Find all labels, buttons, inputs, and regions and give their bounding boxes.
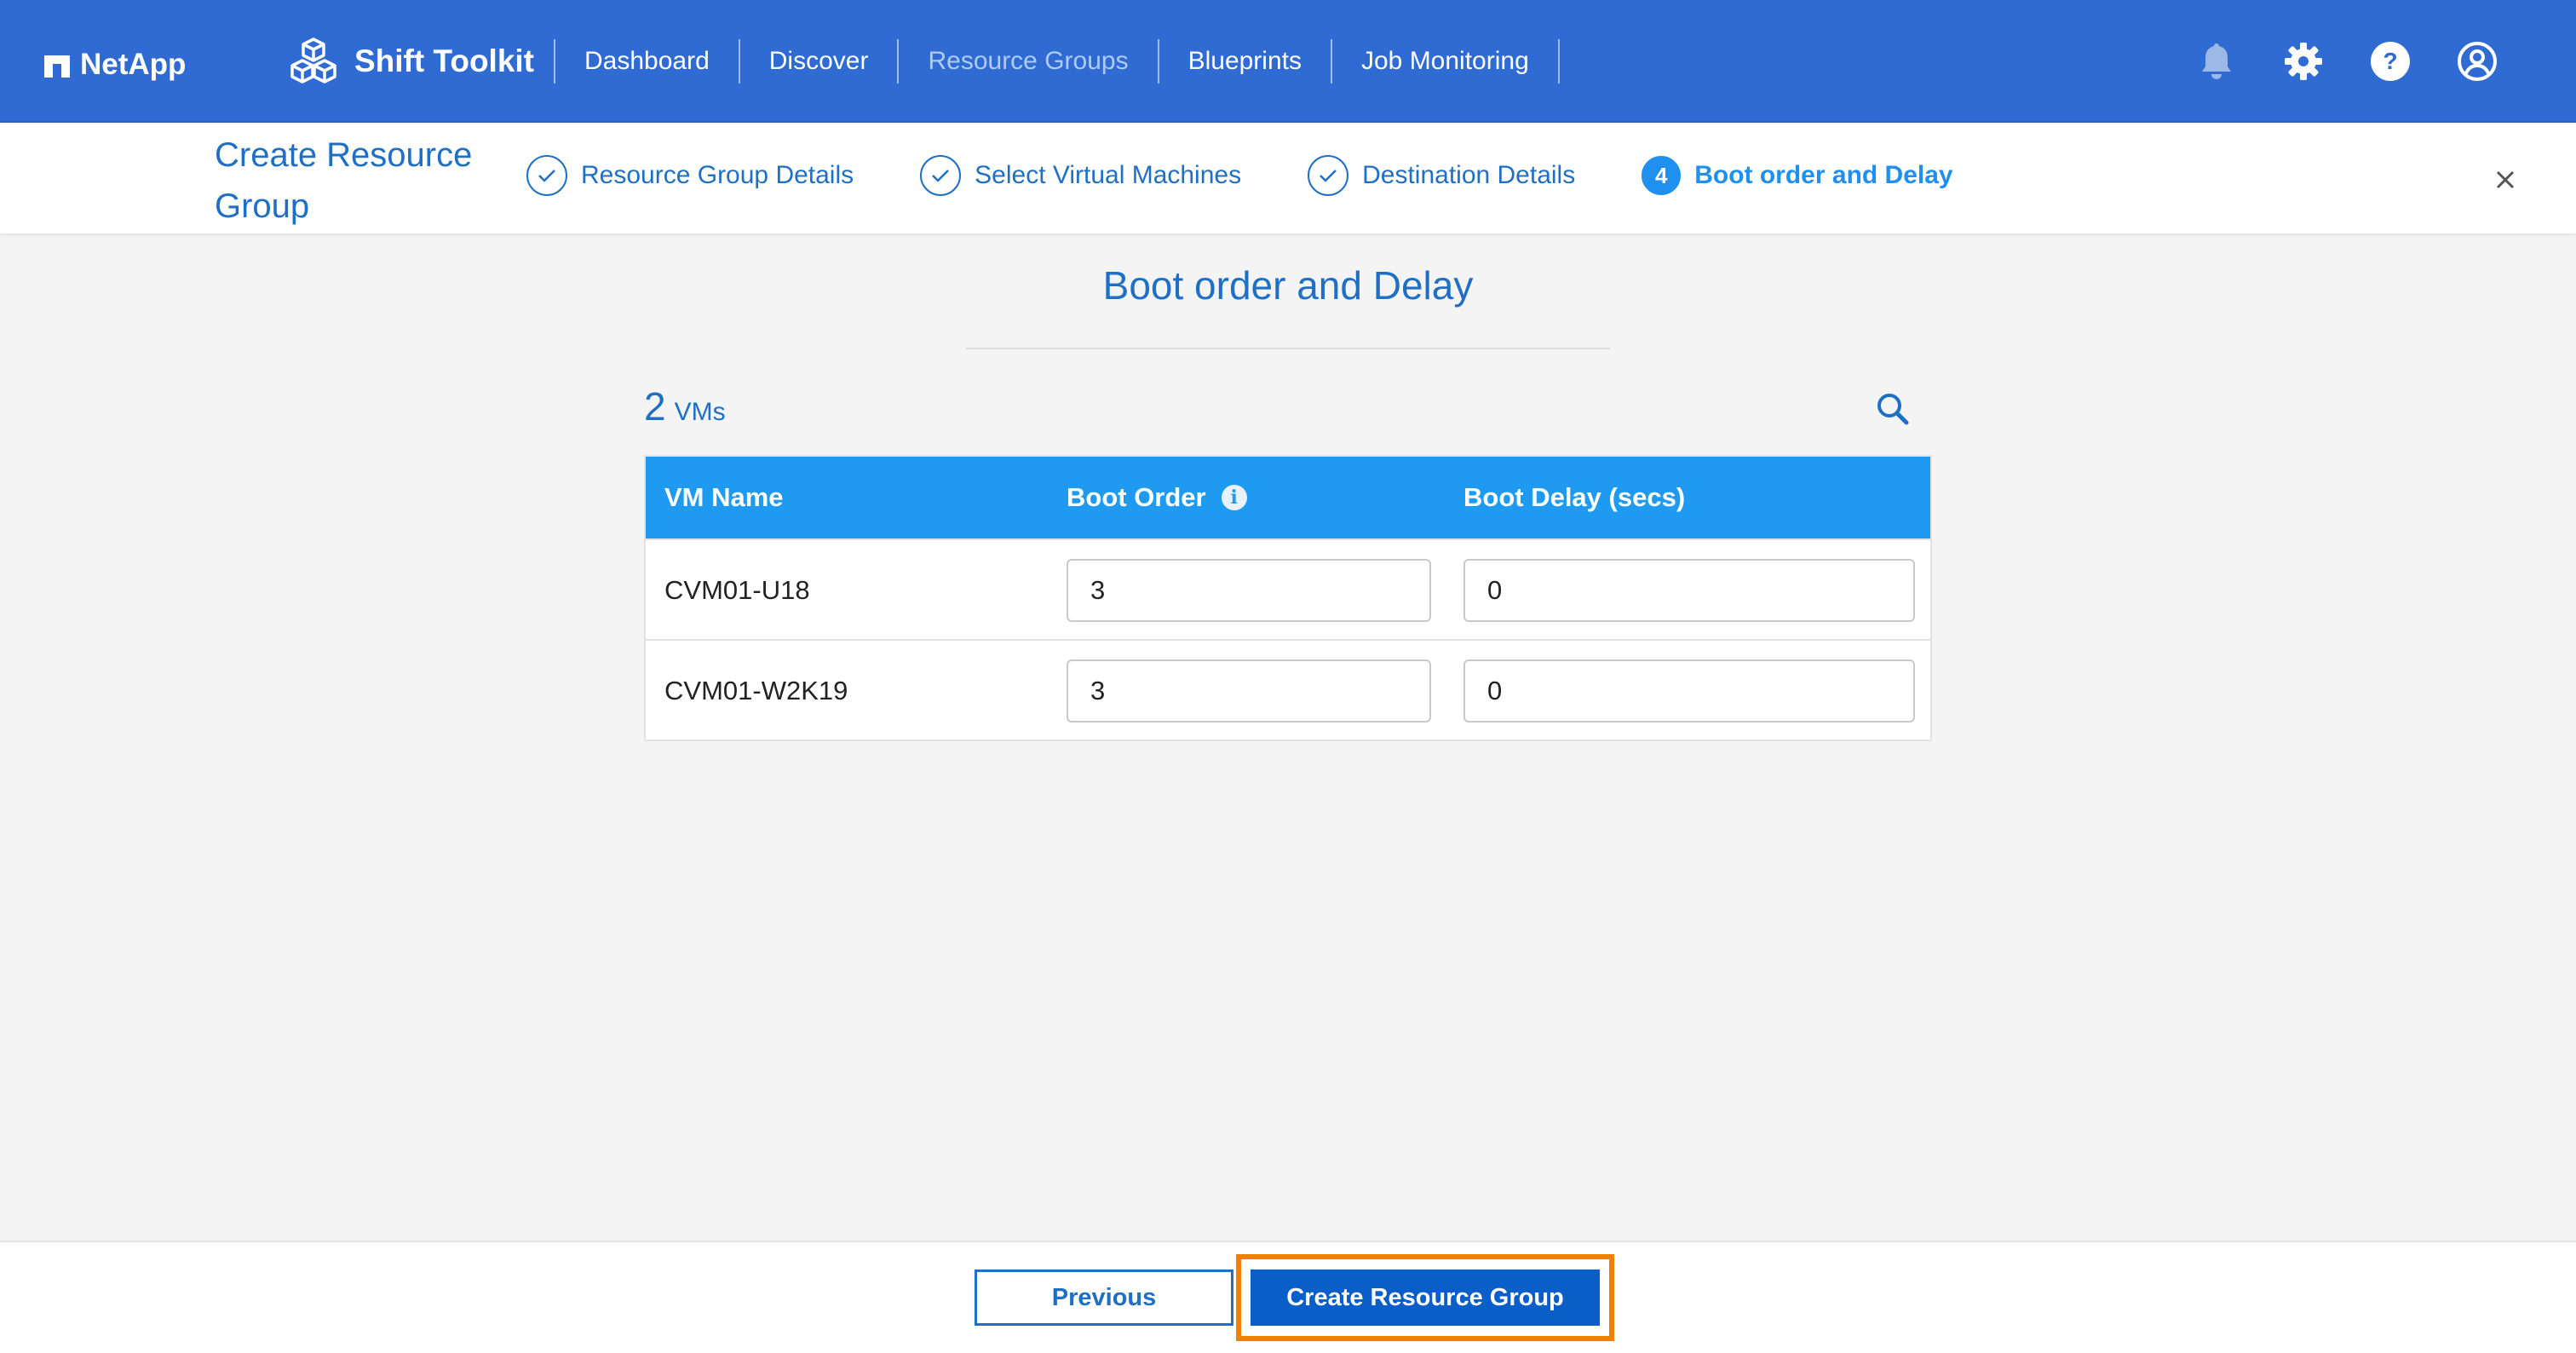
boot-order-input[interactable]	[1067, 659, 1431, 723]
vm-count-unit: VMs	[674, 398, 726, 426]
wizard-title: Create Resource Group	[215, 136, 473, 225]
wizard-footer: Previous Create Resource Group	[0, 1241, 2576, 1353]
step-label: Select Virtual Machines	[975, 161, 1242, 189]
step-resource-group-details[interactable]: Resource Group Details	[526, 155, 854, 196]
search-icon[interactable]	[1874, 390, 1912, 428]
wizard-header: Create Resource Group Resource Group Det…	[0, 124, 2576, 233]
table-header: VM Name Boot Order i Boot Delay (secs)	[646, 457, 1930, 538]
column-header-label: Boot Order	[1067, 482, 1206, 512]
step-select-virtual-machines[interactable]: Select Virtual Machines	[920, 155, 1241, 196]
page-title: Boot order and Delay	[1102, 263, 1474, 308]
table-row: CVM01-W2K19	[646, 639, 1930, 740]
vm-count: 2 VMs	[644, 383, 726, 429]
boot-delay-input[interactable]	[1463, 559, 1915, 622]
product-title[interactable]: Shift Toolkit	[286, 31, 534, 92]
nav-icon-group: ?	[2194, 39, 2499, 83]
nav-job-monitoring[interactable]: Job Monitoring	[1332, 47, 1558, 76]
check-icon	[1308, 155, 1349, 196]
column-header-boot-order[interactable]: Boot Order i	[1067, 457, 1247, 538]
step-destination-details[interactable]: Destination Details	[1308, 155, 1575, 196]
nav-resource-groups[interactable]: Resource Groups	[899, 47, 1157, 76]
bell-icon[interactable]	[2194, 39, 2239, 83]
svg-text:?: ?	[2383, 48, 2397, 74]
step-label: Destination Details	[1362, 161, 1576, 189]
vm-count-number: 2	[644, 384, 666, 429]
vm-table: VM Name Boot Order i Boot Delay (secs) C…	[644, 455, 1932, 741]
check-icon	[920, 155, 962, 196]
table-row: CVM01-U18	[646, 538, 1930, 639]
divider	[966, 348, 1610, 349]
netapp-logo[interactable]: NetApp	[44, 44, 186, 85]
close-icon[interactable]	[2493, 167, 2518, 193]
nav-blueprints[interactable]: Blueprints	[1159, 47, 1331, 76]
boot-order-input[interactable]	[1067, 559, 1431, 622]
wizard-steps: Resource Group Details Select Virtual Ma…	[526, 153, 2020, 198]
gear-icon[interactable]	[2281, 39, 2326, 83]
check-icon	[526, 155, 567, 196]
vm-name-cell: CVM01-U18	[664, 575, 810, 605]
product-name: Shift Toolkit	[354, 43, 534, 78]
netapp-logo-icon	[44, 52, 70, 78]
boot-delay-input[interactable]	[1463, 659, 1915, 723]
step-number: 4	[1642, 156, 1682, 195]
column-header-boot-delay[interactable]: Boot Delay (secs)	[1463, 457, 1685, 538]
main-nav: Dashboard Discover Resource Groups Bluep…	[554, 34, 1560, 89]
help-icon[interactable]: ?	[2368, 39, 2412, 83]
brand-name: NetApp	[80, 48, 187, 81]
top-nav-bar: NetApp Shift Toolkit Dashboard Discover …	[0, 0, 2576, 123]
nav-dashboard[interactable]: Dashboard	[555, 47, 739, 76]
nav-discover[interactable]: Discover	[740, 47, 898, 76]
create-resource-group-button[interactable]: Create Resource Group	[1251, 1270, 1600, 1326]
vm-name-cell: CVM01-W2K19	[664, 676, 848, 705]
step-boot-order-and-delay[interactable]: 4 Boot order and Delay	[1642, 156, 1953, 195]
info-icon[interactable]: i	[1221, 485, 1247, 510]
cubes-icon	[286, 34, 341, 89]
user-icon[interactable]	[2455, 39, 2499, 83]
step-label: Resource Group Details	[581, 161, 854, 189]
column-header-vm-name[interactable]: VM Name	[664, 457, 784, 538]
previous-button[interactable]: Previous	[975, 1270, 1233, 1326]
step-label: Boot order and Delay	[1694, 161, 1953, 189]
